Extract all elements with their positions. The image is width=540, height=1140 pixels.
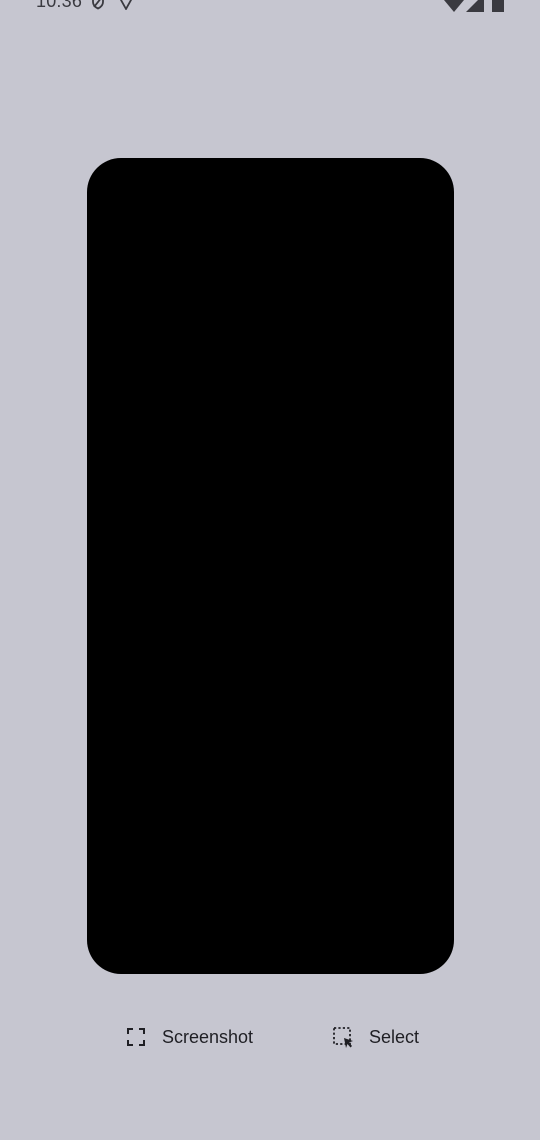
system-status-icons bbox=[444, 0, 506, 12]
vpn-shield-icon bbox=[90, 0, 106, 10]
location-pin-icon bbox=[118, 0, 134, 11]
signal-icon bbox=[466, 0, 484, 12]
select-region-icon bbox=[331, 1025, 355, 1049]
screenshot-button[interactable]: Screenshot bbox=[124, 1018, 253, 1056]
status-bar: 10:36 bbox=[0, 0, 540, 12]
status-time: 10:36 bbox=[36, 0, 83, 11]
battery-icon bbox=[492, 0, 504, 12]
screenshot-preview bbox=[87, 158, 454, 974]
screenshot-frame-icon bbox=[124, 1025, 148, 1049]
screenshot-label: Screenshot bbox=[162, 1026, 254, 1047]
select-button[interactable]: Select bbox=[331, 1018, 419, 1056]
select-label: Select bbox=[369, 1026, 420, 1047]
wifi-icon bbox=[444, 0, 464, 12]
